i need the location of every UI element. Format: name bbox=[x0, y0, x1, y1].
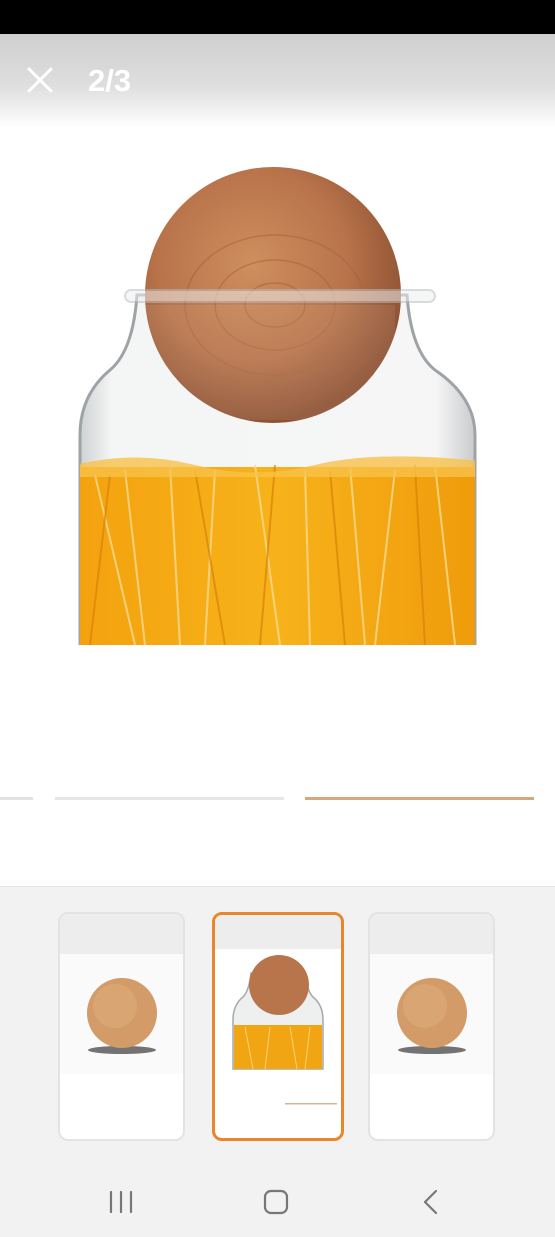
slide-indicator-1 bbox=[0, 797, 33, 800]
thumbnail-3[interactable] bbox=[368, 912, 495, 1141]
slide-indicator-2 bbox=[55, 797, 284, 800]
back-button[interactable] bbox=[416, 1188, 446, 1216]
home-button[interactable] bbox=[261, 1188, 291, 1216]
image-counter: 2/3 bbox=[88, 63, 132, 98]
slide-indicator-3 bbox=[305, 797, 534, 800]
status-bar bbox=[0, 0, 555, 34]
recent-apps-icon bbox=[109, 1190, 133, 1214]
close-icon bbox=[27, 67, 53, 93]
home-icon bbox=[263, 1189, 289, 1215]
thumbnail-2[interactable] bbox=[212, 912, 344, 1141]
close-button[interactable] bbox=[26, 66, 54, 94]
viewer-top-bar bbox=[0, 34, 555, 128]
product-photo[interactable] bbox=[75, 165, 480, 645]
thumbnail-1[interactable] bbox=[58, 912, 185, 1141]
wooden-ball-thumbnail bbox=[370, 914, 493, 1074]
back-icon bbox=[423, 1189, 438, 1215]
glass-jar-thumbnail bbox=[215, 915, 341, 1105]
wooden-ball-thumbnail bbox=[60, 914, 183, 1074]
recent-apps-button[interactable] bbox=[106, 1188, 136, 1216]
